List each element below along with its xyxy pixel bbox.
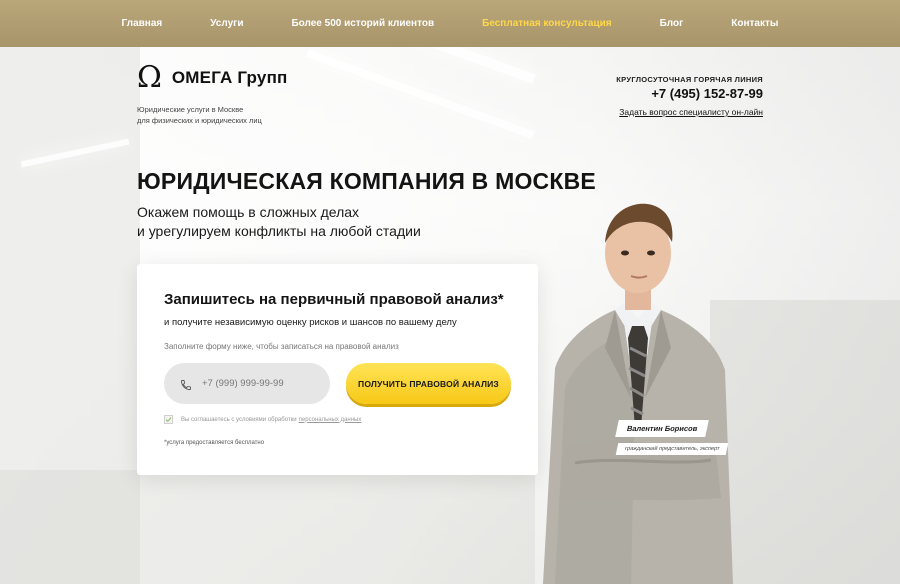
hero-subtitle-line-2: и урегулируем конфликты на любой стадии [137,223,421,239]
form-heading: Запишитесь на первичный правовой анализ* [164,291,504,308]
nav-item-home[interactable]: Главная [98,18,187,29]
tagline-line-1: Юридические услуги в Москве [137,105,244,114]
company-logo[interactable]: Ω ОМЕГА Групп [137,63,288,93]
expert-name-card: Валентин Борисов гражданский представите… [615,418,729,455]
free-service-footnote: *услуга предоставляется бесплатно [164,440,265,446]
company-name: ОМЕГА Групп [171,68,288,87]
tagline-line-2: для физических и юридических лиц [137,116,262,125]
hero-subtitle: Окажем помощь в сложных делах и урегулир… [137,203,421,241]
consent-text: Вы соглашаетесь с условиями обработки [181,416,297,423]
nav-item-blog[interactable]: Блог [636,18,708,29]
nav-item-contacts[interactable]: Контакты [707,18,802,29]
expert-role: гражданский представитель, эксперт [615,443,729,455]
nav-item-free-consultation[interactable]: Бесплатная консультация [458,18,635,29]
ask-specialist-link[interactable]: Задать вопрос специалисту он-лайн [619,107,763,117]
nav-item-services[interactable]: Услуги [186,18,267,29]
expert-photo [543,203,733,584]
nav-item-client-stories[interactable]: Более 500 историй клиентов [267,18,458,29]
form-hint: Заполните форму ниже, чтобы записаться н… [164,342,399,351]
check-icon [165,417,172,423]
hotline-block: КРУГЛОСУТОЧНАЯ ГОРЯЧАЯ ЛИНИЯ +7 (495) 15… [616,75,763,120]
omega-logo-icon: Ω [137,60,162,95]
personal-data-link[interactable]: персональных данных [299,417,362,423]
get-legal-analysis-button[interactable]: ПОЛУЧИТЬ ПРАВОВОЙ АНАЛИЗ [346,363,511,404]
consent-checkbox[interactable] [164,415,173,424]
top-navigation: Главная Услуги Более 500 историй клиенто… [0,0,900,47]
hero-subtitle-line-1: Окажем помощь в сложных делах [137,204,360,220]
page-title: ЮРИДИЧЕСКАЯ КОМПАНИЯ В МОСКВЕ [137,168,596,194]
phone-placeholder: +7 (999) 999-99-99 [202,378,284,389]
consultation-form-card: Запишитесь на первичный правовой анализ*… [137,264,538,475]
form-subheading: и получите независимую оценку рисков и ш… [164,317,457,328]
phone-input[interactable]: +7 (999) 999-99-99 [164,363,330,404]
consent-row: Вы соглашаетесь с условиями обработки пе… [164,415,361,424]
company-tagline: Юридические услуги в Москве для физическ… [137,104,262,126]
hotline-phone[interactable]: +7 (495) 152-87-99 [616,86,763,101]
hotline-label: КРУГЛОСУТОЧНАЯ ГОРЯЧАЯ ЛИНИЯ [616,75,763,84]
expert-name: Валентин Борисов [615,420,710,437]
nav-list: Главная Услуги Более 500 историй клиенто… [98,18,803,29]
phone-icon [180,378,192,390]
